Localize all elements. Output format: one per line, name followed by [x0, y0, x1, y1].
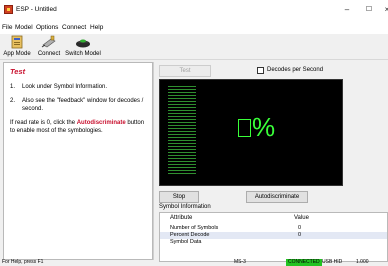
toolbar: App Mode Connect Switch Model [0, 34, 388, 60]
menu-bar: File Model Options Connect Help [0, 22, 388, 34]
switch-model-button[interactable]: Switch Model [64, 34, 102, 60]
status-model: MS-3 [234, 259, 246, 265]
level-bar [168, 155, 196, 156]
menu-options[interactable]: Options [36, 24, 58, 31]
status-help-text: For Help, press F1 [2, 259, 44, 265]
level-bar [168, 161, 196, 162]
row-value: 0 [298, 225, 302, 231]
percent-readout: % [234, 112, 276, 145]
level-bar [168, 131, 196, 132]
level-bar [168, 101, 196, 102]
level-bar [168, 143, 196, 144]
menu-help[interactable]: Help [90, 24, 103, 31]
value-placeholder [238, 119, 251, 137]
percent-sign: % [252, 112, 276, 142]
level-bar [168, 167, 196, 168]
level-bar [168, 98, 196, 99]
level-meter [168, 86, 196, 178]
level-bar [168, 119, 196, 120]
app-icon [4, 5, 13, 14]
row-attribute: Symbol Data [170, 239, 202, 245]
app-mode-label: App Mode [3, 51, 31, 57]
level-bar [168, 95, 196, 96]
status-port: USB HID [322, 259, 343, 265]
level-bar [168, 104, 196, 105]
symbol-info-label: Symbol Information [159, 204, 211, 210]
step-number: 1. [10, 84, 16, 90]
maximize-button[interactable]: ☐ [362, 4, 376, 16]
status-bar: For Help, press F1 MS-3 CONNECTED USB HI… [0, 259, 388, 266]
table-header: Attribute Value [160, 213, 387, 223]
table-row[interactable]: Number of Symbols 0 [160, 225, 387, 232]
level-bar [168, 134, 196, 135]
level-bar [168, 92, 196, 93]
decodes-per-second-checkbox[interactable]: Decodes per Second [257, 66, 357, 76]
level-bar [168, 122, 196, 123]
step-text: Also see the "feedback" window for decod… [22, 98, 144, 112]
table-row[interactable]: Symbol Data [160, 239, 387, 246]
row-attribute: Number of Symbols [170, 225, 219, 231]
note-highlight: Autodiscriminate [76, 120, 126, 126]
level-bar [168, 173, 196, 174]
row-value: 0 [298, 232, 302, 238]
level-bar [168, 152, 196, 153]
level-bar [168, 113, 196, 114]
level-bar [168, 125, 196, 126]
level-bar [168, 116, 196, 117]
pane-splitter[interactable] [153, 62, 154, 260]
level-bar [168, 89, 196, 90]
close-button[interactable]: × [380, 4, 388, 16]
app-mode-button[interactable]: App Mode [0, 34, 34, 60]
symbol-info-table: Attribute Value Number of Symbols 0 Perc… [159, 212, 388, 262]
menu-connect[interactable]: Connect [62, 24, 86, 31]
decode-display: % [159, 79, 343, 186]
status-connection-badge: CONNECTED [286, 259, 322, 266]
column-attribute[interactable]: Attribute [170, 215, 192, 221]
status-version: 1.000 [356, 259, 369, 265]
connect-button[interactable]: Connect [34, 34, 64, 60]
level-bar [168, 107, 196, 108]
step-text: Look under Symbol Information. [22, 84, 108, 90]
level-bar [168, 146, 196, 147]
checkbox-label: Decodes per Second [267, 67, 324, 73]
title-bar: ESP - Untitled – ☐ × [0, 0, 388, 22]
level-bar [168, 170, 196, 171]
window-title: ESP - Untitled [16, 6, 57, 13]
step-number: 2. [10, 98, 16, 104]
instructions-title: Test [10, 67, 26, 76]
checkbox-box[interactable] [257, 67, 264, 74]
column-value[interactable]: Value [294, 215, 309, 221]
menu-model[interactable]: Model [15, 24, 33, 31]
minimize-button[interactable]: – [340, 4, 354, 16]
instructions-note: If read rate is 0, click the Autodiscrim… [10, 119, 150, 135]
level-bar [168, 140, 196, 141]
instructions-pane: Test 1. Look under Symbol Information. 2… [3, 62, 153, 260]
level-bar [168, 86, 196, 87]
menu-file[interactable]: File [2, 24, 12, 31]
test-button[interactable]: Test [159, 65, 211, 77]
switch-model-label: Switch Model [65, 51, 101, 57]
connect-label: Connect [37, 51, 61, 57]
connect-icon [41, 35, 56, 48]
note-text: If read rate is 0, click the [10, 120, 77, 126]
scanner-icon [76, 39, 90, 48]
level-bar [168, 137, 196, 138]
level-bar [168, 158, 196, 159]
level-bar [168, 164, 196, 165]
level-bar [168, 149, 196, 150]
stop-button[interactable]: Stop [159, 191, 199, 203]
table-row[interactable]: Percent Decode 0 [160, 232, 387, 239]
autodiscriminate-button[interactable]: Autodiscriminate [246, 191, 308, 203]
level-bar [168, 128, 196, 129]
row-attribute: Percent Decode [170, 232, 210, 238]
app-mode-icon [11, 35, 23, 49]
level-bar [168, 110, 196, 111]
